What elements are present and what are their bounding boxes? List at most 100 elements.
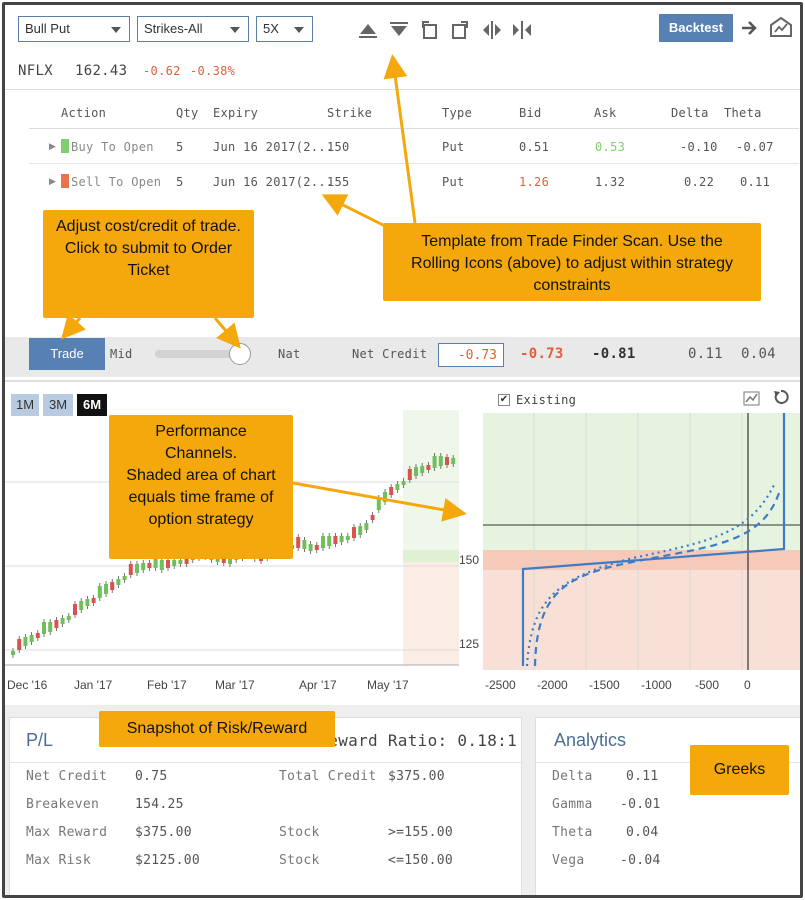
candle-body xyxy=(426,465,431,470)
chevron-down-icon xyxy=(111,27,121,33)
x-tick-label: -2500 xyxy=(485,678,516,692)
x-tick-label: Mar '17 xyxy=(215,678,255,692)
candle-body xyxy=(135,564,139,573)
refresh-icon[interactable] xyxy=(773,389,789,407)
candle-body xyxy=(389,487,394,495)
pl-label: Stock xyxy=(279,825,320,840)
roll-down-icon[interactable] xyxy=(388,20,410,40)
candle-body xyxy=(333,536,338,544)
x-tick-label: -2000 xyxy=(537,678,568,692)
candle-body xyxy=(345,536,350,540)
candle-body xyxy=(451,458,456,464)
trade-button[interactable]: Trade xyxy=(29,338,105,370)
candle-body xyxy=(110,582,115,590)
candle-body xyxy=(445,457,449,465)
buy-marker xyxy=(61,139,69,153)
col-header-ask: Ask xyxy=(594,106,617,120)
roll-up-icon[interactable] xyxy=(357,20,379,40)
leg-action: Sell To Open xyxy=(71,175,162,189)
table-row[interactable]: ▶ Buy To Open 5 Jun 16 2017(2... 150 Put… xyxy=(29,129,799,163)
greek-value: 0.11 xyxy=(626,769,659,784)
candle-body xyxy=(383,492,387,502)
pl-value: >=155.00 xyxy=(388,825,454,840)
trade-finder-icon[interactable] xyxy=(769,16,793,38)
greek-label: Delta xyxy=(552,769,593,784)
x-tick-label: Jan '17 xyxy=(74,678,113,692)
leg-type: Put xyxy=(442,140,465,154)
backtest-button[interactable]: Backtest xyxy=(659,14,733,42)
col-header-strike: Strike xyxy=(327,106,373,120)
leg-qty: 5 xyxy=(176,175,184,189)
quote-symbol: NFLX xyxy=(18,63,53,79)
candle-body xyxy=(128,564,133,575)
candle-body xyxy=(321,536,325,548)
pl-value: <=150.00 xyxy=(388,853,454,868)
x-tick-label: Dec '16 xyxy=(7,678,48,692)
existing-label: Existing xyxy=(516,393,577,407)
profit-channel xyxy=(403,550,459,562)
candle-body xyxy=(17,639,22,650)
app-window: Bull Put Strikes-All 5X Backtest NFLX 16… xyxy=(2,2,803,898)
candle-body xyxy=(364,523,369,530)
callout-adjust-trade: Adjust cost/credit of trade. Click to su… xyxy=(43,210,254,318)
multiplier-select[interactable]: 5X xyxy=(256,16,313,42)
pl-panel-title: P/L xyxy=(26,730,54,750)
col-header-type: Type xyxy=(442,106,473,120)
candle-body xyxy=(395,484,400,490)
leg-bid: 0.51 xyxy=(519,140,550,154)
mid-label: Mid xyxy=(110,347,133,361)
table-row[interactable]: ▶ Sell To Open 5 Jun 16 2017(2... 155 Pu… xyxy=(29,164,799,198)
quote-change: -0.62 xyxy=(143,64,181,78)
y-tick-label: 125 xyxy=(459,637,480,651)
candle-body xyxy=(85,599,90,606)
expand-caret-icon[interactable]: ▶ xyxy=(49,141,56,152)
candle-body xyxy=(370,515,375,520)
greek-label: Theta xyxy=(552,825,593,840)
leg-type: Put xyxy=(442,175,465,189)
candle-body xyxy=(308,544,313,551)
multiplier-select-value: 5X xyxy=(263,21,279,36)
greek-value: -0.04 xyxy=(620,853,661,868)
roll-out-icon[interactable] xyxy=(449,19,471,41)
candle-body xyxy=(401,481,406,485)
roll-in-icon[interactable] xyxy=(419,19,441,41)
arrow-right-icon[interactable] xyxy=(739,18,759,38)
leg-strike[interactable]: 155 xyxy=(327,175,350,189)
expand-caret-icon[interactable]: ▶ xyxy=(49,176,56,187)
pl-value: $375.00 xyxy=(388,769,445,784)
callout-greeks: Greeks xyxy=(690,745,789,795)
x-tick-label: May '17 xyxy=(367,678,409,692)
net-credit-input[interactable]: -0.73 xyxy=(438,343,504,367)
col-header-bid: Bid xyxy=(519,106,542,120)
candle-body xyxy=(97,586,102,598)
pl-label: Max Risk xyxy=(26,853,92,868)
leg-strike[interactable]: 150 xyxy=(327,140,350,154)
widen-icon[interactable] xyxy=(481,19,503,41)
pl-label: Net Credit xyxy=(26,769,108,784)
strategy-select[interactable]: Bull Put xyxy=(18,16,130,42)
price-slider-handle[interactable] xyxy=(229,343,251,365)
strikes-select[interactable]: Strikes-All xyxy=(137,16,249,42)
greek-label: Vega xyxy=(552,853,585,868)
leg-delta: 0.22 xyxy=(684,175,715,189)
divider xyxy=(5,89,800,90)
narrow-icon[interactable] xyxy=(511,19,533,41)
callout-template: Template from Trade Finder Scan. Use the… xyxy=(383,223,761,301)
divider xyxy=(10,762,523,763)
candle-body xyxy=(178,560,183,564)
trade-theta: 0.04 xyxy=(741,346,776,362)
limit-price: -0.81 xyxy=(592,346,636,362)
candle-body xyxy=(147,563,152,568)
candle-body xyxy=(73,604,77,615)
net-credit-label: Net Credit xyxy=(352,347,428,361)
divider xyxy=(5,380,800,382)
col-header-action: Action xyxy=(61,106,107,120)
leg-qty: 5 xyxy=(176,140,184,154)
chart-settings-icon[interactable] xyxy=(743,391,761,407)
existing-checkbox[interactable]: ✔ xyxy=(498,394,510,406)
strikes-select-value: Strikes-All xyxy=(144,21,203,36)
candle-body xyxy=(35,633,40,638)
candle-body xyxy=(352,527,356,538)
pl-label: Total Credit xyxy=(279,769,377,784)
pl-value: $375.00 xyxy=(135,825,192,840)
